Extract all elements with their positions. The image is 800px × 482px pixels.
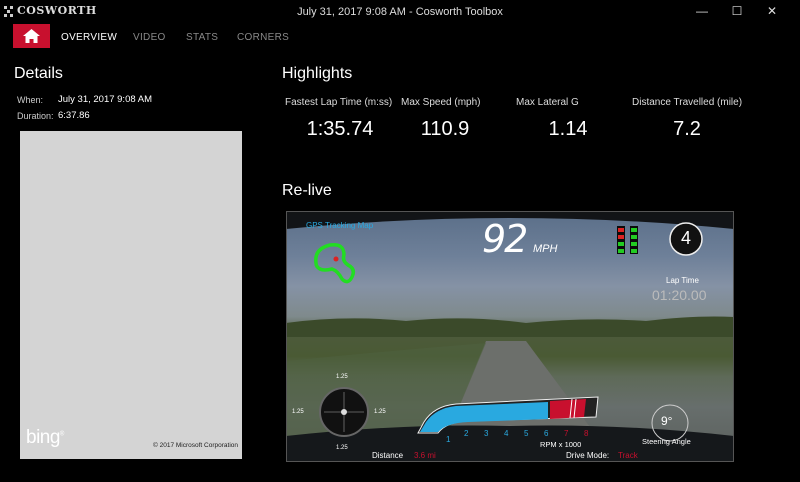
home-icon [23,29,40,43]
rpm-tick-8: 8 [584,429,589,438]
stat-label-distance: Distance Travelled (mile) [632,97,743,108]
g-meter-top: 1.25 [336,374,348,380]
duration-label: Duration: [17,111,54,121]
title-bar: COSWORTH July 31, 2017 9:08 AM - Coswort… [0,0,800,22]
distance-value: 3.6 mi [414,451,436,460]
gear-indicator: 4 [680,228,691,248]
g-meter-left: 1.25 [292,409,304,415]
tab-video[interactable]: VIDEO [133,32,166,43]
rpm-tick-2: 2 [464,429,469,438]
map-copyright: © 2017 Microsoft Corporation [153,442,238,449]
steering-angle-value: 9° [661,414,673,428]
rpm-tick-7: 7 [564,429,569,438]
lap-time-label: Lap Time [666,276,699,285]
stat-value-fastest-lap: 1:35.74 [306,118,374,140]
speed-unit: MPH [533,243,558,255]
tab-corners[interactable]: CORNERS [237,32,289,43]
distance-label: Distance [372,451,404,460]
tab-stats[interactable]: STATS [186,32,218,43]
rpm-tick-6: 6 [544,429,549,438]
g-meter-right: 1.25 [374,409,386,415]
details-heading: Details [14,65,63,82]
stat-value-max-lateral-g: 1.14 [548,118,588,140]
window-title: July 31, 2017 9:08 AM - Cosworth Toolbox [297,6,503,18]
rpm-tick-5: 5 [524,429,529,438]
duration-value: 6:37.86 [58,110,90,121]
rpm-label: RPM x 1000 [540,440,582,449]
highlights-heading: Highlights [282,65,353,82]
close-button[interactable]: ✕ [760,3,784,19]
stat-label-max-lateral-g: Max Lateral G [516,97,579,108]
stat-value-distance: 7.2 [673,118,701,140]
speed-value: 92 [482,217,528,261]
rpm-tick-1: 1 [446,435,451,444]
relive-heading: Re-live [282,182,332,199]
drive-mode-label: Drive Mode: [566,451,610,460]
home-button[interactable] [13,24,50,48]
minimize-button[interactable]: — [690,3,714,19]
steering-angle-label: Steering Angle [642,437,691,446]
bing-logo: bing® [26,427,64,448]
g-meter-bottom: 1.25 [336,445,348,451]
relive-video[interactable]: GPS Tracking Map 92 MPH 4 Lap Time 01:20… [286,211,734,462]
tab-overview[interactable]: OVERVIEW [61,32,117,43]
drive-mode-value: Track [618,451,638,460]
rpm-tick-3: 3 [484,429,489,438]
stat-label-max-speed: Max Speed (mph) [401,97,481,108]
lap-time-value: 01:20.00 [652,287,707,303]
when-label: When: [17,95,44,105]
maximize-button[interactable]: ☐ [725,3,749,19]
map-view[interactable]: bing® © 2017 Microsoft Corporation [20,131,242,459]
stat-label-fastest-lap: Fastest Lap Time (m:ss) [285,97,393,108]
gps-map-label: GPS Tracking Map [306,221,374,230]
rpm-tick-4: 4 [504,429,509,438]
when-value: July 31, 2017 9:08 AM [58,94,153,105]
stat-value-max-speed: 110.9 [420,118,470,140]
